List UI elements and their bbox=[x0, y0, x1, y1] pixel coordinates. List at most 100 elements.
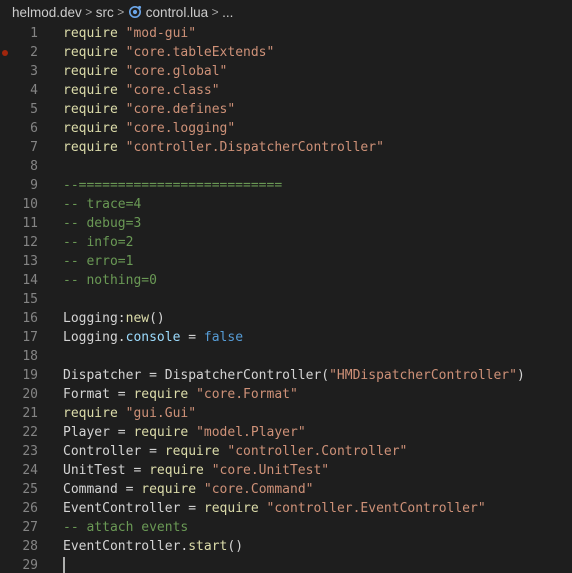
code-line[interactable]: 22 Player = require "model.Player" bbox=[0, 423, 572, 442]
code-token: Controller = bbox=[63, 444, 165, 459]
line-number: 20 bbox=[22, 387, 38, 402]
code-line[interactable]: 21 require "gui.Gui" bbox=[0, 404, 572, 423]
code-token: "core.defines" bbox=[125, 102, 236, 117]
code-line[interactable]: 27 -- attach events bbox=[0, 518, 572, 537]
code-token: false bbox=[203, 330, 244, 345]
code-token: -- erro=1 bbox=[63, 254, 134, 269]
code-token: "core.global" bbox=[125, 64, 228, 79]
line-number: 26 bbox=[22, 501, 38, 516]
breadcrumb-item-project[interactable]: helmod.dev bbox=[12, 5, 82, 20]
code-text: -- debug=3 bbox=[63, 214, 141, 233]
code-text: Dispatcher = DispatcherController("HMDis… bbox=[63, 366, 525, 385]
code-token: -- debug=3 bbox=[63, 216, 142, 231]
code-line[interactable]: 12 -- info=2 bbox=[0, 233, 572, 252]
code-line[interactable]: 23 Controller = require "controller.Contr… bbox=[0, 442, 572, 461]
code-token: require bbox=[63, 45, 118, 60]
code-token: () bbox=[149, 311, 165, 326]
breadcrumb-item-file[interactable]: control.lua bbox=[146, 5, 208, 20]
code-text: -- trace=4 bbox=[63, 195, 141, 214]
code-line[interactable]: 15 bbox=[0, 290, 572, 309]
line-number: 2 bbox=[30, 45, 38, 60]
code-line[interactable]: 4 require "core.class" bbox=[0, 81, 572, 100]
code-token: require bbox=[149, 463, 204, 478]
code-line[interactable]: 1 require "mod-gui" bbox=[0, 24, 572, 43]
code-token: console bbox=[125, 330, 181, 345]
code-text: require "core.logging" bbox=[63, 119, 235, 138]
code-line[interactable]: 9 --========================== bbox=[0, 176, 572, 195]
code-line[interactable]: 20 Format = require "core.Format" bbox=[0, 385, 572, 404]
code-token: "mod-gui" bbox=[125, 26, 197, 41]
code-token: EventController. bbox=[63, 539, 189, 554]
line-number: 29 bbox=[22, 558, 38, 573]
code-line[interactable]: 7 require "controller.DispatcherControlle… bbox=[0, 138, 572, 157]
line-number: 17 bbox=[22, 330, 38, 345]
code-token: -- info=2 bbox=[63, 235, 134, 250]
code-token: ) bbox=[516, 368, 525, 383]
code-editor[interactable]: 1 require "mod-gui" 2 require "core.tableEx… bbox=[0, 24, 572, 573]
code-text: Player = require "model.Player" bbox=[63, 423, 306, 442]
code-token: Command = bbox=[63, 482, 142, 497]
code-text: --========================== bbox=[63, 176, 282, 195]
code-token: require bbox=[63, 83, 118, 98]
line-number: 21 bbox=[22, 406, 38, 421]
code-line[interactable]: 29 bbox=[0, 556, 572, 573]
code-token: new bbox=[125, 311, 150, 326]
breadcrumb: helmod.dev > src > control.lua > ... bbox=[0, 0, 572, 24]
code-token: "core.class" bbox=[125, 83, 220, 98]
line-number: 9 bbox=[30, 178, 38, 193]
code-token: "core.Command" bbox=[203, 482, 314, 497]
line-number: 24 bbox=[22, 463, 38, 478]
line-number: 1 bbox=[30, 26, 38, 41]
code-line[interactable]: 10 -- trace=4 bbox=[0, 195, 572, 214]
code-line[interactable]: 19 Dispatcher = DispatcherController("HMD… bbox=[0, 366, 572, 385]
code-token: Player = bbox=[63, 425, 134, 440]
code-line[interactable]: 5 require "core.defines" bbox=[0, 100, 572, 119]
code-line[interactable]: 18 bbox=[0, 347, 572, 366]
code-text: require "controller.DispatcherController… bbox=[63, 138, 384, 157]
code-token: "controller.Controller" bbox=[227, 444, 408, 459]
code-line[interactable]: 3 require "core.global" bbox=[0, 62, 572, 81]
code-line[interactable]: 28 EventController.start() bbox=[0, 537, 572, 556]
breadcrumb-item-more[interactable]: ... bbox=[222, 5, 233, 20]
code-token: start bbox=[188, 539, 228, 554]
code-line[interactable]: 26 EventController = require "controller.… bbox=[0, 499, 572, 518]
code-text: -- nothing=0 bbox=[63, 271, 157, 290]
code-token: require bbox=[63, 121, 118, 136]
code-token: "gui.Gui" bbox=[125, 406, 197, 421]
code-text: Logging.console = false bbox=[63, 328, 243, 347]
code-token: () bbox=[227, 539, 244, 554]
code-token: require bbox=[63, 102, 118, 117]
code-line[interactable]: 6 require "core.logging" bbox=[0, 119, 572, 138]
text-cursor bbox=[63, 557, 65, 573]
code-text: require "core.global" bbox=[63, 62, 227, 81]
line-number: 7 bbox=[30, 140, 38, 155]
code-line[interactable]: 24 UnitTest = require "core.UnitTest" bbox=[0, 461, 572, 480]
code-line[interactable]: 25 Command = require "core.Command" bbox=[0, 480, 572, 499]
code-token: -- nothing=0 bbox=[63, 273, 157, 288]
code-text: require "gui.Gui" bbox=[63, 404, 196, 423]
code-line[interactable]: 8 bbox=[0, 157, 572, 176]
code-token: require bbox=[63, 140, 118, 155]
code-line[interactable]: 14 -- nothing=0 bbox=[0, 271, 572, 290]
code-line[interactable]: 13 -- erro=1 bbox=[0, 252, 572, 271]
code-token: -- trace=4 bbox=[63, 197, 142, 212]
code-line[interactable]: 17 Logging.console = false bbox=[0, 328, 572, 347]
code-token: "core.UnitTest" bbox=[211, 463, 330, 478]
code-line[interactable]: 11 -- debug=3 bbox=[0, 214, 572, 233]
code-text: Command = require "core.Command" bbox=[63, 480, 313, 499]
code-line[interactable]: 2 require "core.tableExtends" bbox=[0, 43, 572, 62]
breadcrumb-item-folder[interactable]: src bbox=[96, 5, 114, 20]
chevron-right-icon: > bbox=[211, 5, 219, 19]
code-text: Controller = require "controller.Control… bbox=[63, 442, 407, 461]
line-number: 8 bbox=[30, 159, 38, 174]
code-line[interactable]: 16 Logging:new() bbox=[0, 309, 572, 328]
line-number: 15 bbox=[22, 292, 38, 307]
